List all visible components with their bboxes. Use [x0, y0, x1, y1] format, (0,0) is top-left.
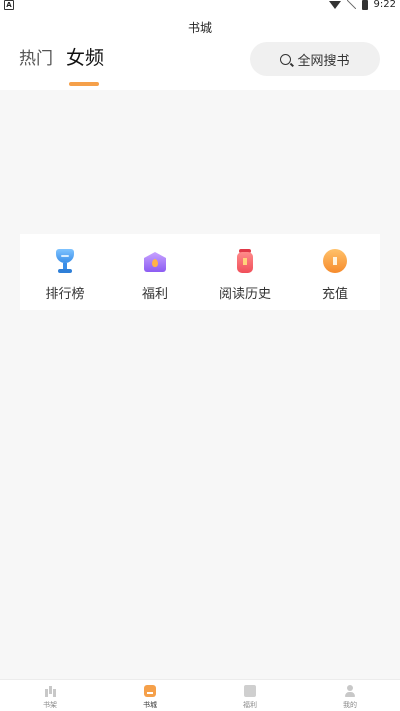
- battery-icon: [361, 0, 368, 10]
- menu-item-label: 充值: [321, 287, 348, 302]
- bottom-nav: 书架 书城 福利 我的: [0, 679, 400, 711]
- status-icons: 9:22: [328, 0, 396, 10]
- menu-item-ranking[interactable]: 排行榜: [20, 234, 110, 310]
- menu-item-label: 福利: [141, 287, 168, 302]
- tab-hot[interactable]: 热门: [19, 44, 53, 69]
- search-icon: [280, 53, 292, 65]
- welfare-icon: [141, 247, 169, 275]
- menu-item-recharge[interactable]: 充值: [290, 234, 380, 310]
- menu-item-label: 排行榜: [45, 287, 85, 302]
- no-signal-icon: [346, 0, 356, 9]
- menu-item-label: 阅读历史: [218, 287, 271, 302]
- nav-item-welfare[interactable]: 福利: [200, 680, 300, 711]
- search-button[interactable]: 全网搜书: [250, 42, 380, 76]
- nav-label: 我的: [343, 701, 357, 709]
- status-time: 9:22: [373, 0, 396, 10]
- tab-female[interactable]: 女频: [66, 43, 104, 70]
- page-title: 书城: [187, 21, 212, 35]
- nav-label: 书架: [43, 701, 57, 709]
- recharge-icon: [321, 247, 349, 275]
- menu-item-history[interactable]: 阅读历史: [200, 234, 290, 310]
- search-label: 全网搜书: [297, 53, 350, 69]
- gift-icon: [244, 685, 256, 697]
- nav-label: 福利: [243, 701, 257, 709]
- nav-item-bookshelf[interactable]: 书架: [0, 680, 100, 711]
- quick-menu: 排行榜 福利 阅读历史 充值: [20, 234, 380, 310]
- wifi-icon: [328, 0, 341, 9]
- user-icon: [344, 685, 356, 697]
- nav-item-bookstore[interactable]: 书城: [100, 680, 200, 711]
- bookstore-icon: [144, 685, 156, 697]
- trophy-icon: [51, 247, 79, 275]
- active-tab-indicator: [69, 82, 99, 86]
- notification-icon: A: [4, 0, 14, 10]
- header: 书城 热门 女频 全网搜书: [0, 12, 400, 90]
- status-bar: A 9:22: [0, 0, 400, 12]
- nav-item-profile[interactable]: 我的: [300, 680, 400, 711]
- bookshelf-icon: [44, 685, 56, 697]
- history-icon: [231, 247, 259, 275]
- menu-item-welfare[interactable]: 福利: [110, 234, 200, 310]
- nav-label: 书城: [143, 701, 157, 709]
